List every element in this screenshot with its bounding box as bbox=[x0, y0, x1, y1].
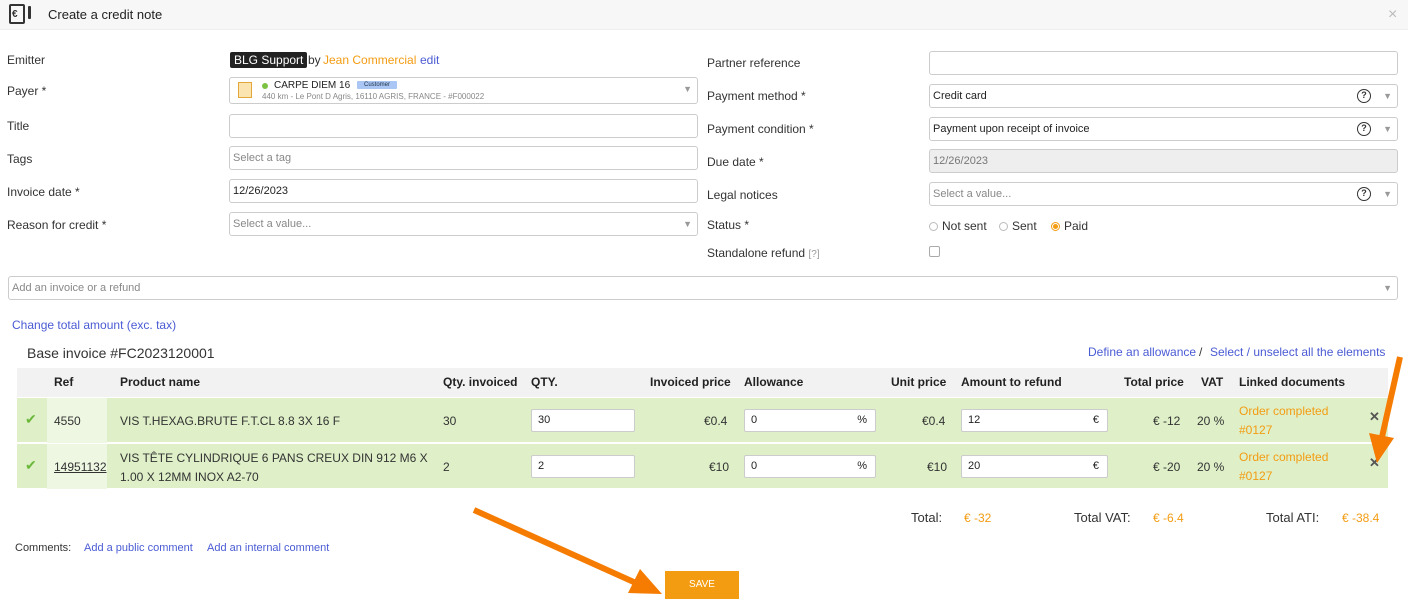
arrow-to-delete bbox=[1369, 356, 1403, 463]
annotation-arrows bbox=[472, 356, 1403, 594]
arrow-to-save bbox=[472, 507, 662, 594]
